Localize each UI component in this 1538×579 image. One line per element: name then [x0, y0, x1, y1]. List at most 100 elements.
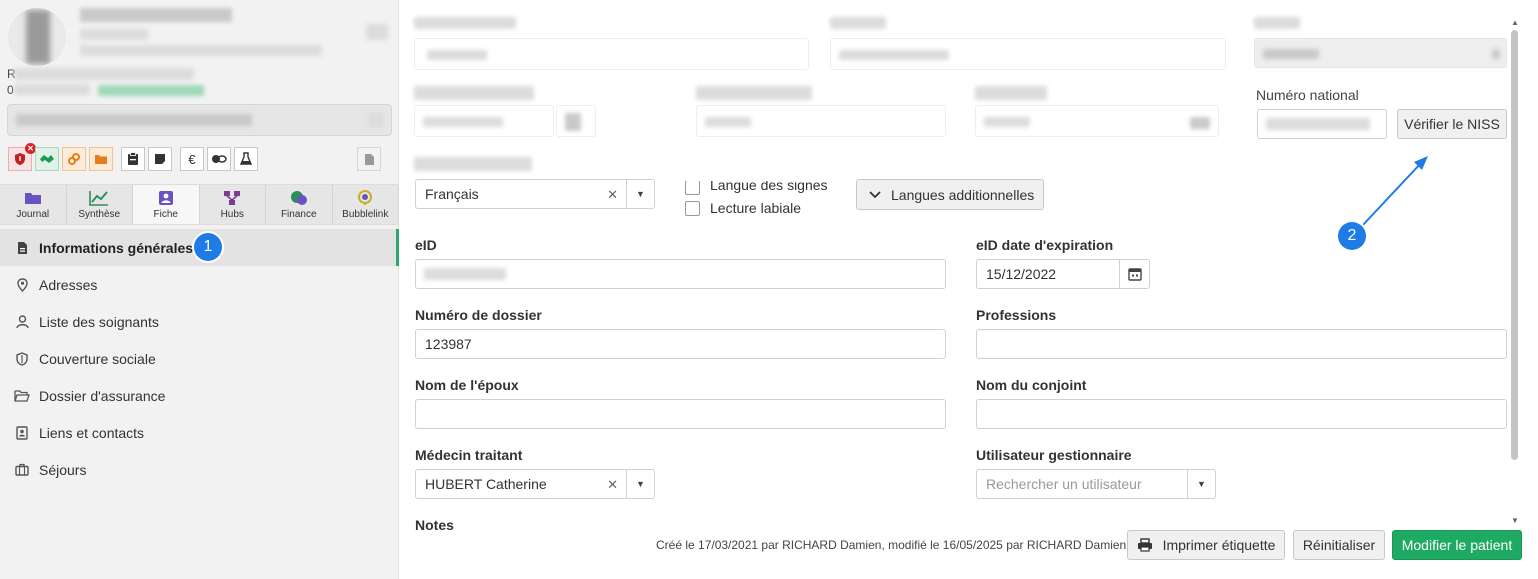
reset-button[interactable]: Réinitialiser: [1293, 530, 1385, 560]
link-icon[interactable]: [62, 147, 86, 171]
scroll-down-icon[interactable]: ▼: [1510, 516, 1520, 525]
record-metadata: Créé le 17/03/2021 par RICHARD Damien, m…: [656, 538, 1127, 552]
language-select[interactable]: Français ✕ ▼: [415, 179, 655, 209]
id-card-icon: [156, 190, 176, 206]
scrollbar-thumb[interactable]: [1511, 30, 1518, 460]
contact-book-icon: [14, 425, 30, 441]
redacted-input[interactable]: [414, 38, 809, 70]
redacted-input[interactable]: [556, 105, 596, 137]
sidebar-item-sejours[interactable]: Séjours: [0, 451, 399, 488]
patient-banner-field[interactable]: [7, 104, 392, 136]
nom-epoux-input[interactable]: [415, 399, 946, 429]
redacted-select[interactable]: [1254, 38, 1507, 68]
additional-languages-button[interactable]: Langues additionnelles: [856, 179, 1044, 210]
tab-synthese[interactable]: Synthèse: [66, 185, 133, 224]
user-doctor-icon: [14, 314, 30, 330]
vertical-scrollbar[interactable]: ▲ ▼: [1510, 18, 1520, 528]
sidebar-item-liens-et-contacts[interactable]: Liens et contacts: [0, 414, 399, 451]
patient-info-redacted: [14, 68, 194, 80]
suitcase-icon: [14, 462, 30, 478]
eid-input[interactable]: [415, 259, 946, 289]
bubblelink-icon: [355, 190, 375, 206]
professions-input[interactable]: [976, 329, 1507, 359]
note-icon[interactable]: [148, 147, 172, 171]
flask-icon[interactable]: [234, 147, 258, 171]
field-label-redacted: [414, 157, 532, 171]
sidebar-item-liste-des-soignants[interactable]: Liste des soignants: [0, 303, 399, 340]
redacted-input[interactable]: [975, 105, 1219, 137]
clear-icon[interactable]: ✕: [607, 477, 618, 493]
tab-bubblelink[interactable]: Bubblelink: [332, 185, 399, 224]
field-label-redacted: [696, 86, 812, 100]
sidebar-item-informations-generales[interactable]: Informations générales 1: [0, 229, 399, 266]
euro-icon[interactable]: €: [180, 147, 204, 171]
sidebar-item-couverture-sociale[interactable]: Couverture sociale: [0, 340, 399, 377]
step-2-arrow: [1361, 156, 1428, 227]
patient-info-redacted: [80, 29, 148, 40]
redacted-input[interactable]: [830, 38, 1226, 70]
scroll-up-icon[interactable]: ▲: [1510, 18, 1520, 27]
folder-icon[interactable]: [89, 147, 113, 171]
sign-language-checkbox[interactable]: Langue des signes: [685, 181, 828, 197]
field-label-redacted: [1254, 17, 1300, 29]
tab-finance[interactable]: Finance: [266, 185, 333, 224]
numero-dossier-input[interactable]: 123987: [415, 329, 946, 359]
nom-conjoint-input[interactable]: [976, 399, 1507, 429]
shield-icon: [14, 351, 30, 367]
print-label-button[interactable]: Imprimer étiquette: [1127, 530, 1285, 560]
quick-actions-bar: ✕ €: [8, 143, 258, 171]
eid-expiration-label: eID date d'expiration: [976, 237, 1114, 253]
patient-info-redacted: [80, 45, 322, 56]
tab-journal[interactable]: Journal: [0, 185, 67, 224]
numero-national-input[interactable]: [1257, 109, 1387, 139]
folder-open-icon: [14, 388, 30, 404]
handshake-icon[interactable]: [35, 147, 59, 171]
clipboard-icon[interactable]: [121, 147, 145, 171]
redacted-input[interactable]: [414, 105, 554, 137]
medecin-traitant-select[interactable]: HUBERT Catherine ✕ ▼: [415, 469, 655, 499]
save-patient-button[interactable]: Modifier le patient: [1392, 530, 1522, 560]
chart-line-icon: [89, 190, 109, 206]
chevron-down-icon[interactable]: ▼: [626, 470, 654, 498]
shield-alert-icon[interactable]: ✕: [8, 143, 36, 171]
patient-form: Numéro national Vérifier le NISS 2 Franç…: [400, 0, 1522, 579]
redacted-input[interactable]: [696, 105, 946, 137]
finance-icon: [289, 190, 309, 206]
sidebar-item-adresses[interactable]: Adresses: [0, 266, 399, 303]
utilisateur-gestionnaire-select[interactable]: Rechercher un utilisateur ▼: [976, 469, 1216, 499]
utilisateur-gestionnaire-label: Utilisateur gestionnaire: [976, 447, 1132, 463]
pills-icon[interactable]: [207, 147, 231, 171]
tab-fiche[interactable]: Fiche: [133, 185, 200, 224]
sidebar-tabs: Journal Synthèse Fiche Hubs Finance Bubb…: [0, 184, 399, 225]
lip-reading-checkbox[interactable]: Lecture labiale: [685, 200, 801, 216]
patient-name-redacted: [80, 8, 232, 22]
folder-icon: [23, 190, 43, 206]
clear-icon[interactable]: ✕: [607, 187, 618, 203]
sidebar-item-dossier-assurance[interactable]: Dossier d'assurance: [0, 377, 399, 414]
medecin-traitant-label: Médecin traitant: [415, 447, 523, 463]
patient-avatar: [8, 8, 66, 66]
chevron-down-icon[interactable]: ▼: [626, 180, 654, 208]
calendar-icon[interactable]: [1119, 260, 1149, 288]
field-label-redacted: [414, 17, 516, 29]
nom-conjoint-label: Nom du conjoint: [976, 377, 1087, 393]
patient-status-redacted: [98, 85, 204, 96]
patient-sidebar: R 0 ✕ € Journal Synthèse Fiche Hubs Fina…: [0, 0, 399, 579]
network-icon: [222, 190, 242, 206]
chevron-down-icon: [869, 190, 881, 198]
eid-expiration-input[interactable]: 15/12/2022: [976, 259, 1150, 289]
sidebar-collapse-button[interactable]: [366, 24, 388, 40]
map-pin-icon: [14, 277, 30, 293]
field-label-redacted: [414, 86, 534, 100]
sidebar-menu: Informations générales 1 Adresses Liste …: [0, 229, 399, 488]
chevron-down-icon[interactable]: ▼: [1187, 470, 1215, 498]
step-marker-1: 1: [194, 233, 222, 261]
tab-hubs[interactable]: Hubs: [199, 185, 266, 224]
verify-niss-button[interactable]: Vérifier le NISS: [1397, 109, 1507, 139]
step-marker-2: 2: [1338, 222, 1366, 250]
eid-label: eID: [415, 237, 437, 253]
pdf-icon[interactable]: [357, 147, 381, 171]
field-label-redacted: [830, 17, 886, 29]
nom-epoux-label: Nom de l'époux: [415, 377, 519, 393]
field-label-redacted: [975, 86, 1047, 100]
